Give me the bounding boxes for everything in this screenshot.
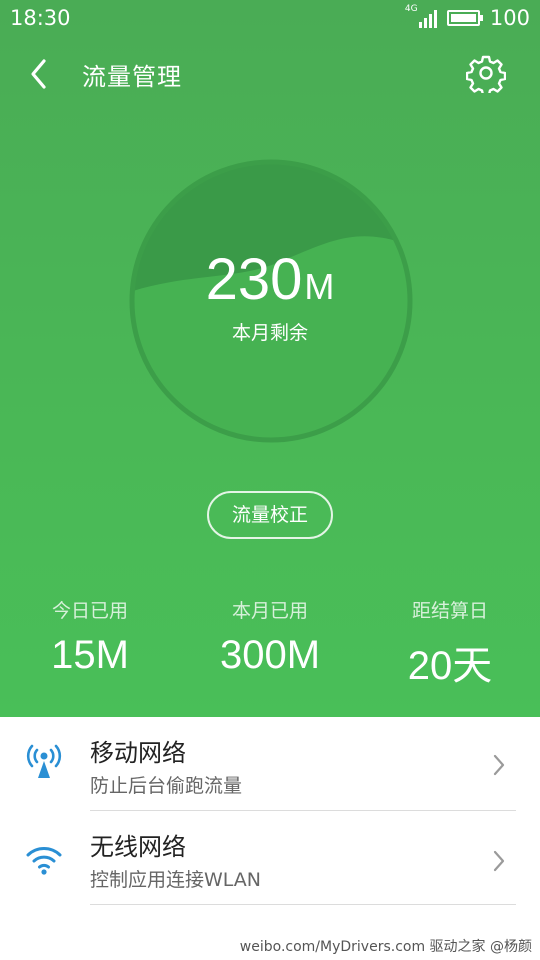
network-type: 4G	[404, 4, 418, 14]
list-item-wireless-network[interactable]: 无线网络 控制应用连接WLAN	[0, 811, 540, 905]
stat-value: 20天	[407, 644, 493, 688]
chevron-right-icon	[493, 754, 505, 776]
stat-days-to-billing: 距结算日 20天	[360, 596, 540, 691]
page-title: 流量管理	[82, 63, 182, 91]
item-subtitle: 防止后台偷跑流量	[90, 775, 243, 797]
stat-today-used: 今日已用 15M	[0, 596, 180, 678]
signal-icon: 4G	[405, 4, 437, 28]
status-time: 18:30	[10, 6, 71, 30]
watermark: weibo.com/MyDrivers.com 驱动之家 @杨颜	[239, 939, 532, 955]
cell-tower-icon	[26, 744, 62, 778]
list-item-mobile-network[interactable]: 移动网络 防止后台偷跑流量	[0, 717, 540, 811]
status-bar: 18:30 4G 100	[0, 0, 540, 38]
status-indicators: 4G 100	[405, 4, 530, 30]
battery-icon	[446, 10, 483, 26]
calibrate-button[interactable]: 流量校正	[207, 491, 333, 539]
stat-label: 距结算日	[411, 600, 488, 622]
item-subtitle: 控制应用连接WLAN	[90, 869, 262, 891]
remaining-unit: M	[304, 266, 335, 307]
stat-month-used: 本月已用 300M	[180, 596, 360, 678]
stat-label: 本月已用	[231, 600, 308, 622]
remaining-data: 230M	[0, 248, 540, 312]
gear-icon[interactable]	[466, 53, 506, 93]
wifi-icon	[26, 847, 62, 875]
item-title: 移动网络	[90, 739, 186, 767]
item-title: 无线网络	[90, 833, 186, 861]
stat-label: 今日已用	[51, 600, 128, 622]
battery-level: 100	[489, 6, 530, 30]
chevron-right-icon	[493, 850, 505, 872]
header-panel: 18:30 4G 100 流量管理 230M 本月剩余 流量校正 今日已用 15…	[0, 0, 540, 717]
stat-value: 300M	[219, 633, 321, 677]
stat-value: 15M	[51, 633, 129, 677]
remaining-label: 本月剩余	[231, 322, 308, 344]
remaining-value: 230	[205, 247, 303, 312]
back-arrow-icon[interactable]	[24, 55, 58, 93]
divider	[90, 904, 516, 905]
